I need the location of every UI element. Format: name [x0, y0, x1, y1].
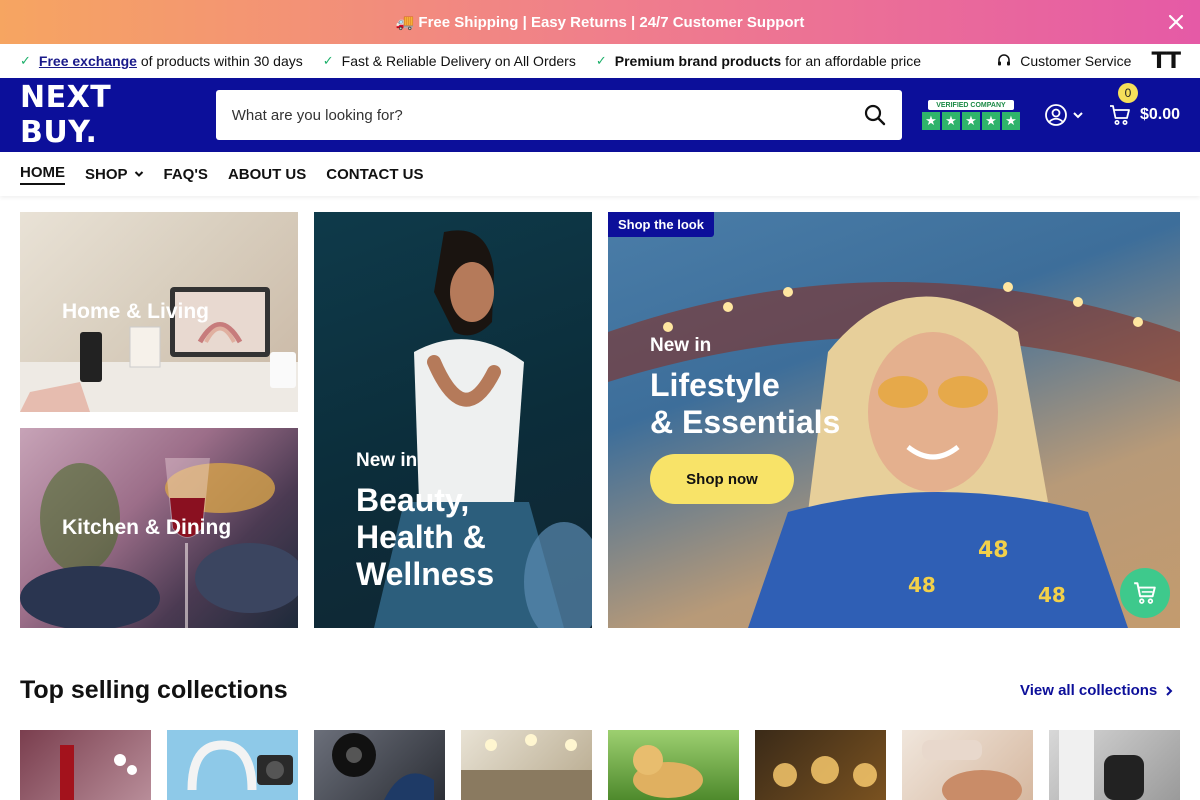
chevron-down-icon	[1073, 112, 1083, 119]
collection-thumb[interactable]	[461, 730, 592, 800]
tile-lifestyle[interactable]: 48 48 48 Shop the look New in Lifestyle …	[608, 212, 1180, 628]
cart-icon	[1109, 105, 1130, 125]
usp-item-premium: ✓ Premium brand products for an affordab…	[596, 53, 921, 69]
verified-badge: VERIFIED COMPANY	[927, 100, 1014, 110]
svg-text:48: 48	[908, 573, 936, 597]
view-all-label: View all collections	[1020, 682, 1158, 699]
check-icon: ✓	[322, 53, 334, 68]
main-header: NEXT BUY. VERIFIED COMPANY ★ ★ ★ ★ ★ 0	[0, 78, 1200, 152]
search-input[interactable]	[231, 106, 864, 124]
collection-thumb[interactable]	[1049, 730, 1180, 800]
check-icon: ✓	[20, 53, 31, 68]
headset-icon	[998, 54, 1011, 66]
usp-strong-text: Premium brand products	[614, 53, 782, 69]
cart-count-badge: 0	[1117, 83, 1138, 103]
star-icon: ★	[981, 112, 1000, 130]
chevron-right-icon	[1166, 685, 1173, 696]
lifestyle-kicker: New in	[650, 335, 712, 356]
usp-item-delivery: ✓ Fast & Reliable Delivery on All Orders	[323, 53, 576, 69]
announcement-bar: 🚚 Free Shipping | Easy Returns | 24/7 Cu…	[0, 0, 1200, 44]
verified-label: VERIFIED COMPANY	[936, 101, 1006, 109]
cart-button[interactable]: 0 $0.00	[1108, 83, 1180, 127]
tile-label-kitchen-dining: Kitchen & Dining	[62, 516, 232, 539]
view-all-collections-link[interactable]: View all collections	[1020, 682, 1175, 699]
collection-thumb[interactable]	[167, 730, 298, 800]
collection-thumb[interactable]	[314, 730, 445, 800]
beauty-kicker: New in	[356, 450, 418, 471]
nav-faqs[interactable]: FAQ'S	[164, 166, 208, 183]
cart-total: $0.00	[1139, 106, 1180, 123]
star-icon: ★	[941, 112, 960, 130]
usp-text: for an affordable price	[781, 53, 922, 69]
usp-bar: ✓ Free exchange of products within 30 da…	[0, 44, 1200, 78]
nav-contact[interactable]: CONTACT US	[326, 166, 423, 183]
usp-item-exchange: ✓ Free exchange of products within 30 da…	[20, 53, 303, 69]
text-size-icon[interactable]: TT	[1151, 49, 1181, 74]
customer-service-label: Customer Service	[1020, 53, 1132, 69]
floating-cart-button[interactable]	[1120, 568, 1170, 618]
chevron-down-icon	[134, 171, 143, 177]
announcement-text: 🚚 Free Shipping | Easy Returns | 24/7 Cu…	[395, 14, 805, 31]
collections-title: Top selling collections	[20, 676, 288, 704]
star-icon: ★	[1001, 112, 1020, 130]
shop-the-look-tag[interactable]: Shop the look	[608, 212, 714, 237]
lifestyle-title-line2: & Essentials	[650, 404, 841, 440]
tile-label-home-living: Home & Living	[62, 300, 210, 323]
check-icon: ✓	[595, 53, 607, 68]
svg-text:48: 48	[978, 538, 1009, 563]
star-icon: ★	[921, 112, 940, 130]
close-icon[interactable]	[1166, 12, 1186, 32]
collection-thumb[interactable]	[608, 730, 739, 800]
collection-thumb[interactable]	[20, 730, 151, 800]
shop-now-button[interactable]: Shop now	[650, 454, 794, 504]
customer-service-link[interactable]: Customer Service	[996, 53, 1131, 69]
nav-home[interactable]: HOME	[20, 164, 65, 185]
beauty-title-line2: Health &	[356, 519, 486, 555]
svg-text:48: 48	[1038, 583, 1066, 607]
main-nav: HOME SHOP FAQ'S ABOUT US CONTACT US	[0, 152, 1200, 196]
collection-thumb[interactable]	[755, 730, 886, 800]
star-icon: ★	[961, 112, 980, 130]
tile-home-living[interactable]: Home & Living	[20, 212, 298, 412]
nav-shop-label: SHOP	[85, 165, 128, 183]
free-exchange-link[interactable]: Free exchange	[39, 53, 137, 69]
cart-icon	[1134, 582, 1156, 604]
usp-text: of products within 30 days	[136, 53, 303, 69]
lifestyle-title-line1: Lifestyle	[650, 367, 780, 403]
account-menu[interactable]	[1044, 103, 1084, 127]
beauty-title-line1: Beauty,	[356, 482, 470, 518]
usp-right: Customer Service TT	[996, 49, 1181, 74]
nav-shop[interactable]: SHOP	[85, 166, 144, 183]
search-icon[interactable]	[864, 104, 886, 126]
nav-about[interactable]: ABOUT US	[228, 166, 306, 183]
tile-beauty-health[interactable]: New in Beauty, Health & Wellness	[314, 212, 592, 628]
user-icon	[1045, 104, 1067, 126]
beauty-title-line3: Wellness	[356, 556, 495, 592]
rating-stars: ★ ★ ★ ★ ★	[921, 112, 1020, 130]
collection-thumb[interactable]	[902, 730, 1033, 800]
trustpilot-badge[interactable]: VERIFIED COMPANY ★ ★ ★ ★ ★	[921, 100, 1020, 130]
site-logo[interactable]: NEXT BUY.	[20, 80, 196, 150]
search-bar	[215, 90, 902, 140]
tile-kitchen-dining[interactable]: Kitchen & Dining	[20, 428, 298, 628]
usp-text: Fast & Reliable Delivery on All Orders	[341, 53, 576, 69]
